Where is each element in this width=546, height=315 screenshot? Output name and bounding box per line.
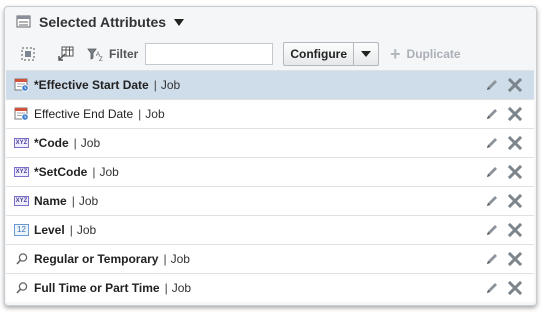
attribute-label: Name <box>34 194 67 208</box>
lookup-search-icon <box>14 280 29 295</box>
detach-table-icon[interactable] <box>57 45 75 63</box>
number-type-icon: 12 <box>14 222 29 237</box>
configure-button[interactable]: Configure <box>283 42 380 66</box>
attribute-name: Effective End Date | Job <box>34 107 165 121</box>
separator: | <box>153 78 157 92</box>
separator: | <box>71 194 75 208</box>
attribute-context: Job <box>76 223 97 237</box>
attribute-label: Full Time or Part Time <box>34 281 160 295</box>
filter-input[interactable] <box>145 43 274 65</box>
remove-x-icon[interactable] <box>507 77 523 93</box>
filter-icon[interactable]: A Z <box>87 45 105 63</box>
duplicate-label: Duplicate <box>406 47 461 61</box>
panel-title: Selected Attributes <box>39 14 167 30</box>
attributes-list-icon <box>16 14 32 30</box>
attribute-row[interactable]: 12 Level | Job <box>6 215 534 244</box>
attribute-context: Job <box>99 165 119 179</box>
attribute-row[interactable]: Full Time or Part Time | Job <box>6 273 534 302</box>
attribute-name: *SetCode | Job <box>34 165 119 179</box>
remove-x-icon[interactable] <box>507 164 523 180</box>
separator: | <box>92 165 96 179</box>
separator: | <box>163 252 167 266</box>
attribute-row[interactable]: Regular or Temporary | Job <box>6 244 534 273</box>
filter-label: Filter <box>109 47 139 61</box>
attribute-context: Job <box>160 78 181 92</box>
attribute-name: *Effective Start Date | Job <box>34 78 180 92</box>
separator: | <box>138 107 142 121</box>
separator: | <box>69 223 73 237</box>
toolbar: A Z Filter Configure + Duplicate <box>5 40 536 68</box>
plus-icon: + <box>390 44 401 64</box>
collapse-toggle-icon[interactable] <box>174 18 185 26</box>
attribute-row[interactable]: XYZ *Code | Job <box>6 128 534 157</box>
calendar-icon <box>14 106 29 121</box>
edit-pencil-icon[interactable] <box>484 135 500 151</box>
panel-header: Selected Attributes <box>5 7 536 37</box>
remove-x-icon[interactable] <box>507 222 523 238</box>
calendar-icon <box>14 77 29 92</box>
text-type-icon: XYZ <box>13 166 30 177</box>
separator: | <box>164 281 168 295</box>
attribute-label: *Code <box>34 136 69 150</box>
configure-dropdown-icon[interactable] <box>354 43 378 65</box>
remove-x-icon[interactable] <box>507 193 523 209</box>
svg-text:Z: Z <box>99 57 103 62</box>
attribute-row[interactable]: Effective End Date | Job <box>6 99 534 128</box>
attribute-label: Regular or Temporary <box>34 252 159 266</box>
remove-x-icon[interactable] <box>507 251 523 267</box>
text-type-icon: XYZ <box>13 195 30 206</box>
edit-pencil-icon[interactable] <box>484 77 500 93</box>
attribute-name: *Code | Job <box>34 136 100 150</box>
edit-pencil-icon[interactable] <box>484 193 500 209</box>
attribute-name: Full Time or Part Time | Job <box>34 281 191 295</box>
attribute-name: Level | Job <box>34 223 96 237</box>
attribute-context: Job <box>170 252 190 266</box>
attribute-name: Name | Job <box>34 194 98 208</box>
edit-pencil-icon[interactable] <box>484 222 500 238</box>
attributes-list: *Effective Start Date | Job Effective End D… <box>6 70 534 302</box>
attribute-row[interactable]: XYZ *SetCode | Job <box>6 157 534 186</box>
attribute-context: Job <box>171 281 192 295</box>
duplicate-button[interactable]: + Duplicate <box>390 45 461 63</box>
edit-pencil-icon[interactable] <box>484 164 500 180</box>
remove-x-icon[interactable] <box>507 135 523 151</box>
attribute-context: Job <box>145 107 165 121</box>
attribute-label: *SetCode <box>34 165 88 179</box>
text-type-icon: XYZ <box>13 137 30 148</box>
edit-pencil-icon[interactable] <box>484 280 500 296</box>
lookup-search-icon <box>14 251 29 266</box>
remove-x-icon[interactable] <box>507 280 523 296</box>
attribute-label: *Effective Start Date <box>34 78 149 92</box>
attribute-label: Level <box>34 223 65 237</box>
configure-button-label: Configure <box>284 43 355 65</box>
attribute-name: Regular or Temporary | Job <box>34 252 190 266</box>
attribute-row[interactable]: XYZ Name | Job <box>6 186 534 215</box>
edit-pencil-icon[interactable] <box>484 106 500 122</box>
selected-attributes-panel: Selected Attributes A Z Filter Configure… <box>4 6 537 306</box>
remove-x-icon[interactable] <box>507 106 523 122</box>
attribute-context: Job <box>80 136 101 150</box>
attribute-row[interactable]: *Effective Start Date | Job <box>6 70 534 99</box>
attribute-label: Effective End Date <box>34 107 134 121</box>
attribute-context: Job <box>78 194 99 208</box>
separator: | <box>73 136 77 150</box>
select-all-icon[interactable] <box>19 45 37 63</box>
edit-pencil-icon[interactable] <box>484 251 500 267</box>
